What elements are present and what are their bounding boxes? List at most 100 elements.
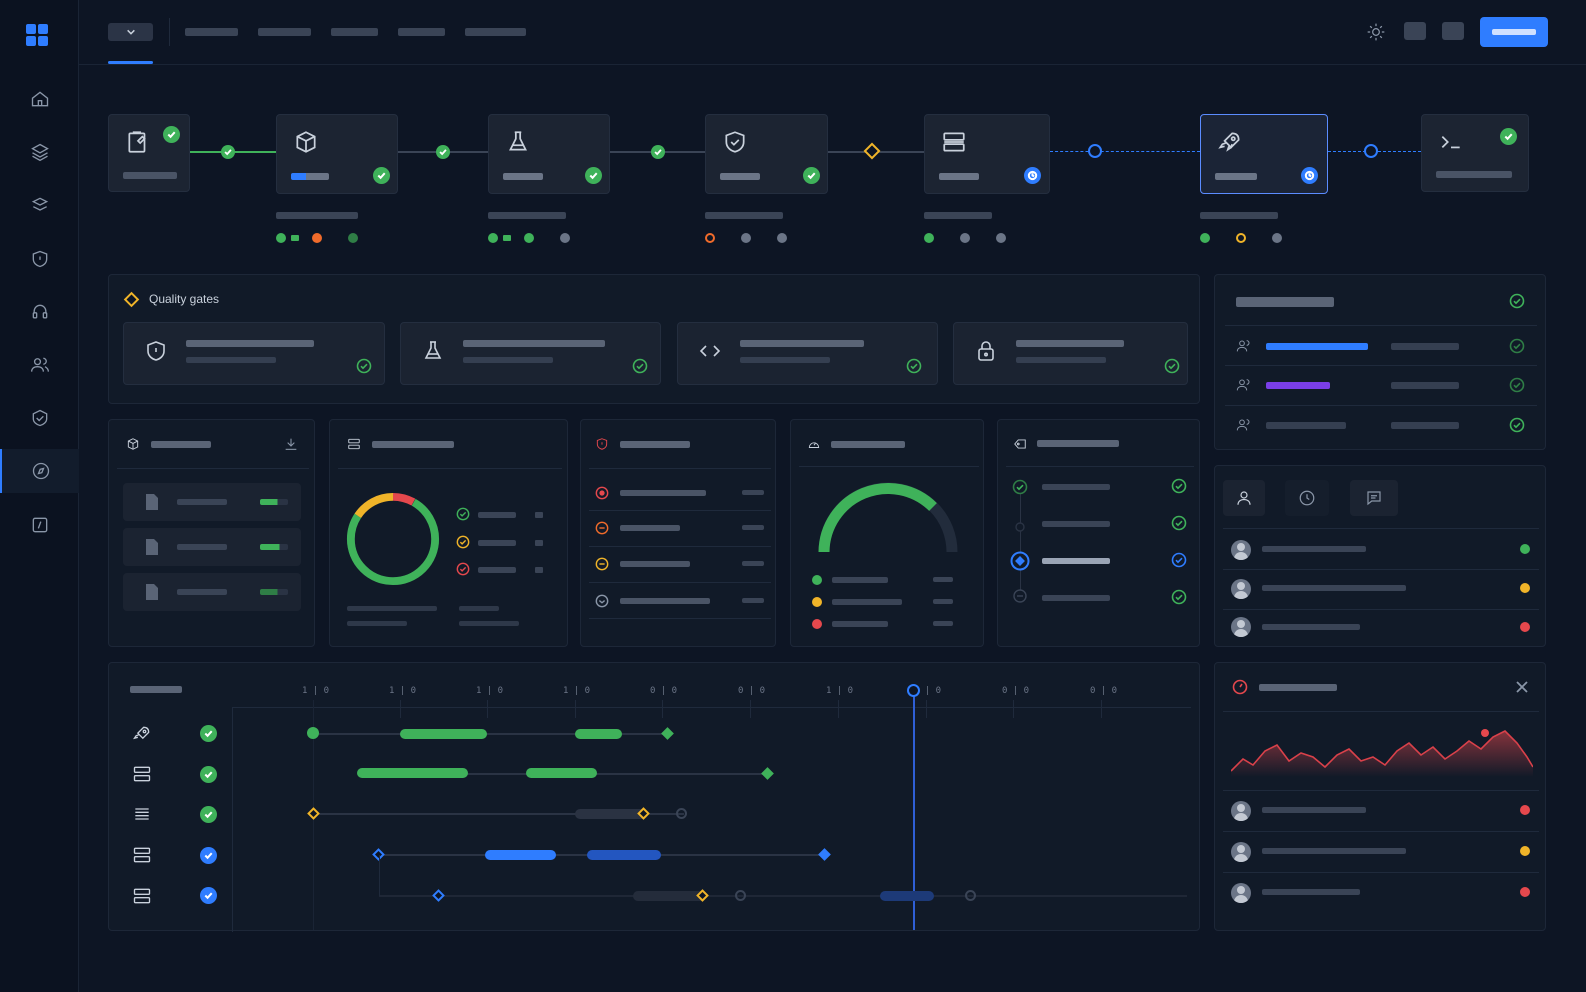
stage-source[interactable] [108, 114, 190, 192]
finding-row[interactable] [581, 585, 777, 619]
settings-button[interactable] [1442, 22, 1464, 40]
tab-comments[interactable] [1350, 480, 1398, 516]
approver-row[interactable] [1215, 366, 1547, 405]
gate-security[interactable] [123, 322, 385, 385]
finding-row[interactable] [581, 548, 777, 582]
stage-security[interactable] [705, 114, 828, 194]
approver-row[interactable] [1215, 326, 1547, 365]
list-item[interactable] [1215, 832, 1547, 872]
card-title [372, 441, 454, 448]
notifications-button[interactable] [1404, 22, 1426, 40]
flask-icon [509, 131, 527, 151]
stage-deploy[interactable] [1200, 114, 1328, 194]
incident-name [1262, 807, 1366, 813]
step-upcoming-icon [1013, 589, 1027, 603]
shield-icon [725, 131, 745, 153]
layers-icon[interactable] [0, 130, 79, 174]
primary-action-button[interactable] [1480, 17, 1548, 47]
nav-tab-3[interactable] [331, 28, 378, 36]
approver-progress [1266, 382, 1330, 389]
terminal-square-icon[interactable] [0, 503, 79, 547]
timeline-title [130, 686, 182, 693]
list-item[interactable] [1215, 610, 1547, 646]
finding-row[interactable] [581, 477, 777, 511]
check-icon [1500, 128, 1517, 145]
gantt-bar[interactable] [880, 891, 934, 901]
legend-value [535, 540, 543, 546]
artifact-name [177, 589, 227, 595]
timeline-tick: 1 | 0 [826, 686, 854, 696]
now-marker-handle[interactable] [907, 684, 920, 697]
users-icon[interactable] [0, 343, 79, 387]
artifact-row[interactable] [123, 528, 301, 566]
home-icon[interactable] [0, 77, 79, 121]
tab-history[interactable] [1285, 480, 1329, 516]
gantt-bar[interactable] [400, 729, 487, 739]
artifact-row[interactable] [123, 573, 301, 611]
theme-toggle[interactable] [1366, 22, 1386, 42]
nav-tab-1[interactable] [185, 28, 238, 36]
headset-icon[interactable] [0, 290, 79, 334]
stage-meta [1200, 212, 1278, 219]
gate-code[interactable] [677, 322, 938, 385]
shield-check-icon[interactable] [0, 396, 79, 440]
stack-icon[interactable] [0, 183, 79, 227]
stage-staging[interactable] [924, 114, 1050, 194]
legend-value [933, 599, 953, 604]
download-icon[interactable] [283, 436, 299, 452]
gantt-bar[interactable] [575, 729, 622, 739]
divider [338, 468, 562, 469]
artifact-row[interactable] [123, 483, 301, 521]
gantt-bar[interactable] [526, 768, 597, 778]
tab-people[interactable] [1223, 480, 1265, 516]
finding-row[interactable] [581, 512, 777, 546]
list-item[interactable] [1215, 530, 1547, 569]
stage-test[interactable] [488, 114, 610, 194]
gantt-bar[interactable] [485, 850, 556, 860]
app-logo[interactable] [26, 24, 48, 46]
gate-detail [186, 357, 276, 363]
list-item[interactable] [1215, 791, 1547, 831]
stage-label [720, 173, 760, 180]
card-footer-text [347, 621, 407, 626]
gantt-bar[interactable] [633, 891, 706, 901]
gantt-bar[interactable] [357, 768, 468, 778]
close-icon[interactable] [1515, 680, 1529, 694]
nav-tab-5[interactable] [465, 28, 526, 36]
chevron-down-icon [126, 29, 135, 35]
divider [589, 618, 771, 619]
stage-build[interactable] [276, 114, 398, 194]
avatar [1231, 801, 1251, 821]
gauge-fill [818, 483, 937, 553]
gantt-pending-marker [735, 890, 746, 901]
nav-tab-4[interactable] [398, 28, 445, 36]
gantt-bar[interactable] [587, 850, 661, 860]
users-icon [1236, 419, 1250, 431]
lock-icon [978, 341, 994, 361]
security-findings-card [580, 419, 776, 647]
shield-icon[interactable] [0, 237, 79, 281]
step-done-icon [1012, 479, 1028, 495]
approver-row[interactable] [1215, 406, 1547, 445]
list-item[interactable] [1215, 570, 1547, 609]
project-dropdown[interactable] [108, 23, 153, 41]
compass-icon[interactable] [0, 449, 79, 493]
gate-name [1016, 340, 1124, 347]
stage-terminal[interactable] [1421, 114, 1529, 192]
grid-line [750, 700, 751, 718]
list-item[interactable] [1215, 873, 1547, 913]
package-icon [296, 131, 316, 153]
nav-tab-2[interactable] [258, 28, 311, 36]
card-title [151, 441, 211, 448]
gate-name [463, 340, 605, 347]
job-status-row [705, 233, 800, 243]
legend-label [478, 567, 516, 573]
gate-tests[interactable] [400, 322, 661, 385]
incident-name [1262, 889, 1360, 895]
gate-compliance[interactable] [953, 322, 1188, 385]
package-icon [127, 438, 139, 450]
card-footer-text [459, 606, 499, 611]
checklist-card [997, 419, 1200, 647]
timeline-tick: 1 | 0 [563, 686, 591, 696]
server-icon [348, 438, 360, 450]
